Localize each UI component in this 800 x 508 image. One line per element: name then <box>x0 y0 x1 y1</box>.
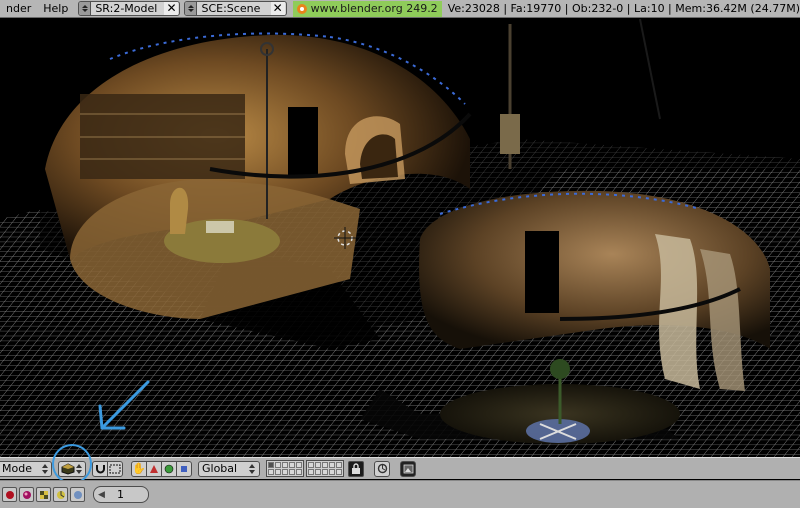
frame-decrement-icon[interactable]: ◀ <box>98 490 105 500</box>
layer-16[interactable] <box>308 469 314 475</box>
handle-icon[interactable] <box>107 460 123 477</box>
layer-11[interactable] <box>268 469 274 475</box>
layer-2[interactable] <box>275 462 281 468</box>
layer-14[interactable] <box>289 469 295 475</box>
layer-1[interactable] <box>268 462 274 468</box>
layer-18[interactable] <box>322 469 328 475</box>
orientation-label: Global <box>202 462 238 475</box>
layers-group-2[interactable] <box>306 460 344 477</box>
orientation-select[interactable]: Global <box>198 460 260 477</box>
current-frame-value: 1 <box>116 488 124 501</box>
screen-selector[interactable]: SR:2-Model ✕ <box>78 1 181 16</box>
render-context-icon[interactable] <box>2 487 17 502</box>
texture-context-icon[interactable] <box>36 487 51 502</box>
scene-browse-icon[interactable] <box>185 2 198 15</box>
layer-9[interactable] <box>329 462 335 468</box>
layer-8[interactable] <box>322 462 328 468</box>
layer-20[interactable] <box>336 469 342 475</box>
scene-delete-icon[interactable]: ✕ <box>270 2 285 15</box>
layer-4[interactable] <box>289 462 295 468</box>
layer-6[interactable] <box>308 462 314 468</box>
blender-url[interactable]: www.blender.org 249.2 <box>292 0 442 17</box>
blender-url-text: www.blender.org 249.2 <box>310 2 438 15</box>
view-icon[interactable] <box>176 460 192 477</box>
layer-19[interactable] <box>329 469 335 475</box>
3d-view-header: Mode ✋ Global <box>0 457 800 479</box>
layer-15[interactable] <box>296 469 302 475</box>
scene-selector[interactable]: SCE:Scene ✕ <box>184 1 287 16</box>
layer-5[interactable] <box>296 462 302 468</box>
layer-12[interactable] <box>275 469 281 475</box>
shading-solid-icon <box>61 462 75 475</box>
layer-10[interactable] <box>336 462 342 468</box>
screen-name[interactable]: SR:2-Model <box>91 2 164 15</box>
image-icon[interactable] <box>400 460 416 477</box>
hand-icon[interactable]: ✋ <box>131 460 147 477</box>
buttons-header: ◀ 1 <box>0 480 800 508</box>
screen-delete-icon[interactable]: ✕ <box>164 2 179 15</box>
screen-browse-icon[interactable] <box>79 2 92 15</box>
layers-group-1[interactable] <box>266 460 304 477</box>
layer-17[interactable] <box>315 469 321 475</box>
layer-7[interactable] <box>315 462 321 468</box>
lock-icon[interactable] <box>348 460 364 477</box>
layer-3[interactable] <box>282 462 288 468</box>
mode-label: Mode <box>2 462 32 475</box>
menu-help[interactable]: Help <box>37 0 74 17</box>
scene-stats: Ve:23028 | Fa:19770 | Ob:232-0 | La:10 |… <box>447 2 800 15</box>
mode-arrows-icon <box>42 463 49 475</box>
material-context-icon[interactable] <box>19 487 34 502</box>
physics-context-icon[interactable] <box>53 487 68 502</box>
3d-viewport[interactable] <box>0 19 800 457</box>
menu-render[interactable]: nder <box>0 0 37 17</box>
scene-name[interactable]: SCE:Scene <box>197 2 270 15</box>
scene-render <box>0 19 800 457</box>
world-context-icon[interactable] <box>70 487 85 502</box>
layer-13[interactable] <box>282 469 288 475</box>
scale-icon[interactable] <box>161 460 177 477</box>
info-header: nder Help SR:2-Model ✕ SCE:Scene ✕ www.b… <box>0 0 800 18</box>
orientation-arrows-icon <box>249 463 256 475</box>
magnet-icon[interactable] <box>92 460 108 477</box>
rotate-icon[interactable] <box>146 460 162 477</box>
draw-type-select[interactable] <box>58 460 86 477</box>
render-icon[interactable] <box>374 460 390 477</box>
blender-logo-icon <box>296 3 307 14</box>
mode-select[interactable]: Mode <box>0 460 52 477</box>
draw-type-arrows-icon <box>76 463 83 475</box>
current-frame-field[interactable]: ◀ 1 <box>93 486 149 503</box>
